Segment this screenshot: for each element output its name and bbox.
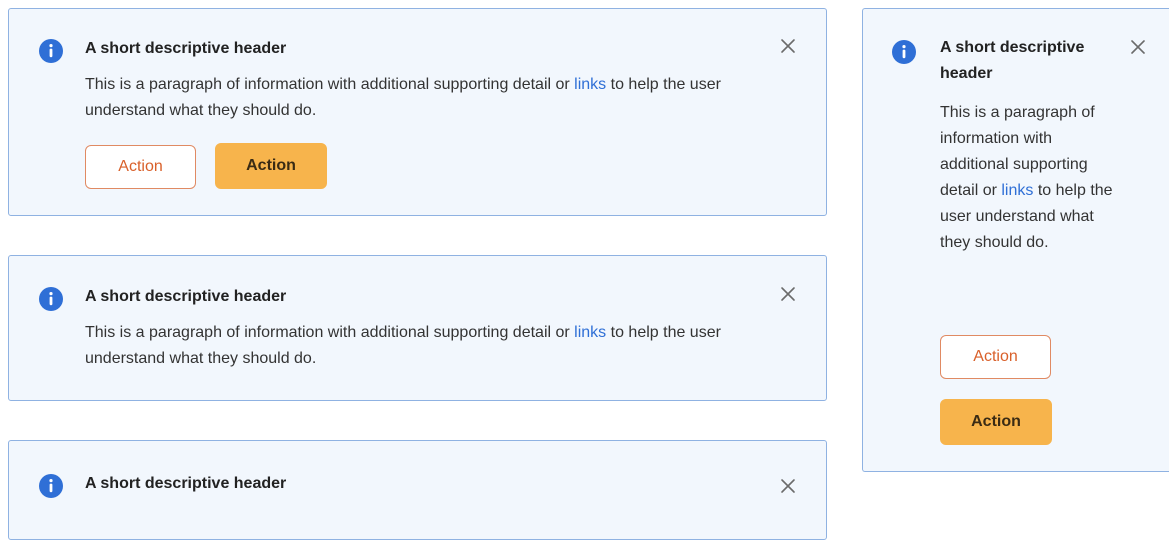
alert-header: A short descriptive header xyxy=(85,40,287,57)
alert-link[interactable]: links xyxy=(574,76,606,93)
info-alert: A short descriptive header This is a par… xyxy=(8,255,827,401)
info-icon xyxy=(892,40,916,64)
close-icon[interactable] xyxy=(779,477,797,495)
alert-header: A short descriptive header xyxy=(85,288,287,305)
info-icon xyxy=(39,39,63,63)
alert-body: This is a paragraph of information with … xyxy=(85,320,765,372)
info-icon xyxy=(39,474,63,498)
alert-body-text: This is a paragraph of information with … xyxy=(85,324,575,341)
info-alert-header-only: A short descriptive header xyxy=(8,440,827,540)
info-alert-narrow: A short descriptive header This is a par… xyxy=(862,8,1169,472)
alert-body: This is a paragraph of information with … xyxy=(85,72,765,124)
alert-header: A short descriptive header xyxy=(940,39,1085,82)
secondary-action-button[interactable]: Action xyxy=(85,145,196,189)
alert-header: A short descriptive header xyxy=(85,475,287,492)
primary-action-button[interactable]: Action xyxy=(940,399,1052,445)
alert-body-text: This is a paragraph of information with … xyxy=(85,76,575,93)
secondary-action-button[interactable]: Action xyxy=(940,335,1051,379)
alert-body: This is a paragraph of information with … xyxy=(940,100,1120,256)
alert-link[interactable]: links xyxy=(1001,182,1033,199)
info-alert-with-actions: A short descriptive header This is a par… xyxy=(8,8,827,216)
close-icon[interactable] xyxy=(779,285,797,303)
close-icon[interactable] xyxy=(779,37,797,55)
primary-action-button[interactable]: Action xyxy=(215,143,327,189)
close-icon[interactable] xyxy=(1129,38,1147,56)
alert-link[interactable]: links xyxy=(574,324,606,341)
info-icon xyxy=(39,287,63,311)
